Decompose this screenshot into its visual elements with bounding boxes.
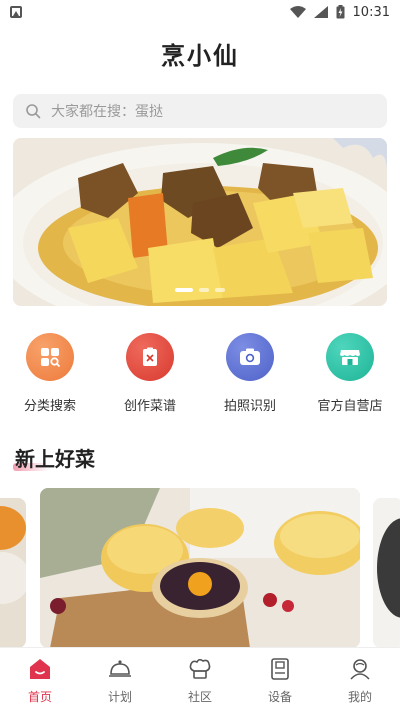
status-left bbox=[10, 6, 22, 18]
carousel-dot bbox=[199, 288, 209, 292]
quick-item-label: 分类搜索 bbox=[23, 399, 76, 414]
dish-card[interactable] bbox=[40, 488, 360, 648]
banner-carousel[interactable] bbox=[13, 138, 387, 306]
tab-label: 我的 bbox=[347, 690, 372, 704]
cloche-icon bbox=[109, 660, 131, 677]
search-icon bbox=[26, 104, 41, 119]
quick-item-label: 官方自营店 bbox=[317, 399, 383, 414]
tab-home[interactable]: 首页 bbox=[0, 648, 80, 711]
chef-hat-icon bbox=[189, 658, 211, 679]
section-title: 新上好菜 bbox=[15, 447, 95, 471]
bottom-tab-bar: 首页 计划 社区 设备 我的 bbox=[0, 647, 400, 711]
tab-profile[interactable]: 我的 bbox=[320, 648, 400, 711]
battery-icon bbox=[336, 5, 345, 19]
recipe-create-icon bbox=[126, 333, 174, 381]
store-icon bbox=[326, 333, 374, 381]
wifi-icon bbox=[289, 6, 306, 18]
home-icon bbox=[30, 659, 50, 679]
app-title: 烹小仙 bbox=[161, 42, 239, 70]
profile-icon bbox=[350, 659, 370, 680]
quick-item-label: 拍照识别 bbox=[223, 399, 276, 414]
device-icon bbox=[271, 658, 289, 680]
tab-label: 设备 bbox=[267, 690, 292, 704]
banner-image bbox=[13, 138, 387, 306]
quick-item-category-search[interactable]: 分类搜索 bbox=[0, 333, 100, 414]
quick-menu: 分类搜索 创作菜谱 拍照识别 官方自营店 bbox=[0, 333, 400, 414]
tab-plan[interactable]: 计划 bbox=[80, 648, 160, 711]
carousel-indicator bbox=[13, 288, 387, 292]
tab-label: 首页 bbox=[27, 690, 52, 704]
dish-card-previous[interactable] bbox=[0, 498, 26, 648]
dish-card-next[interactable] bbox=[373, 498, 400, 648]
quick-item-official-store[interactable]: 官方自营店 bbox=[300, 333, 400, 414]
dish-image bbox=[40, 488, 360, 648]
status-bar: 10:31 bbox=[0, 0, 400, 24]
tab-device[interactable]: 设备 bbox=[240, 648, 320, 711]
search-placeholder: 大家都在搜：蛋挞 bbox=[51, 104, 163, 120]
search-bar[interactable]: 大家都在搜：蛋挞 bbox=[13, 94, 387, 128]
tab-label: 计划 bbox=[107, 690, 132, 704]
status-time: 10:31 bbox=[352, 4, 390, 20]
dish-image bbox=[373, 498, 400, 648]
carousel-dot bbox=[215, 288, 225, 292]
quick-item-create-recipe[interactable]: 创作菜谱 bbox=[100, 333, 200, 414]
dish-image bbox=[0, 498, 26, 648]
carousel-dot bbox=[175, 288, 193, 292]
quick-item-label: 创作菜谱 bbox=[123, 399, 176, 414]
signal-icon bbox=[313, 6, 328, 18]
quick-item-photo-recognition[interactable]: 拍照识别 bbox=[200, 333, 300, 414]
tab-label: 社区 bbox=[187, 690, 212, 704]
tab-community[interactable]: 社区 bbox=[160, 648, 240, 711]
camera-icon bbox=[226, 333, 274, 381]
gallery-notification-icon bbox=[10, 6, 22, 18]
status-right: 10:31 bbox=[289, 4, 390, 20]
category-icon bbox=[26, 333, 74, 381]
